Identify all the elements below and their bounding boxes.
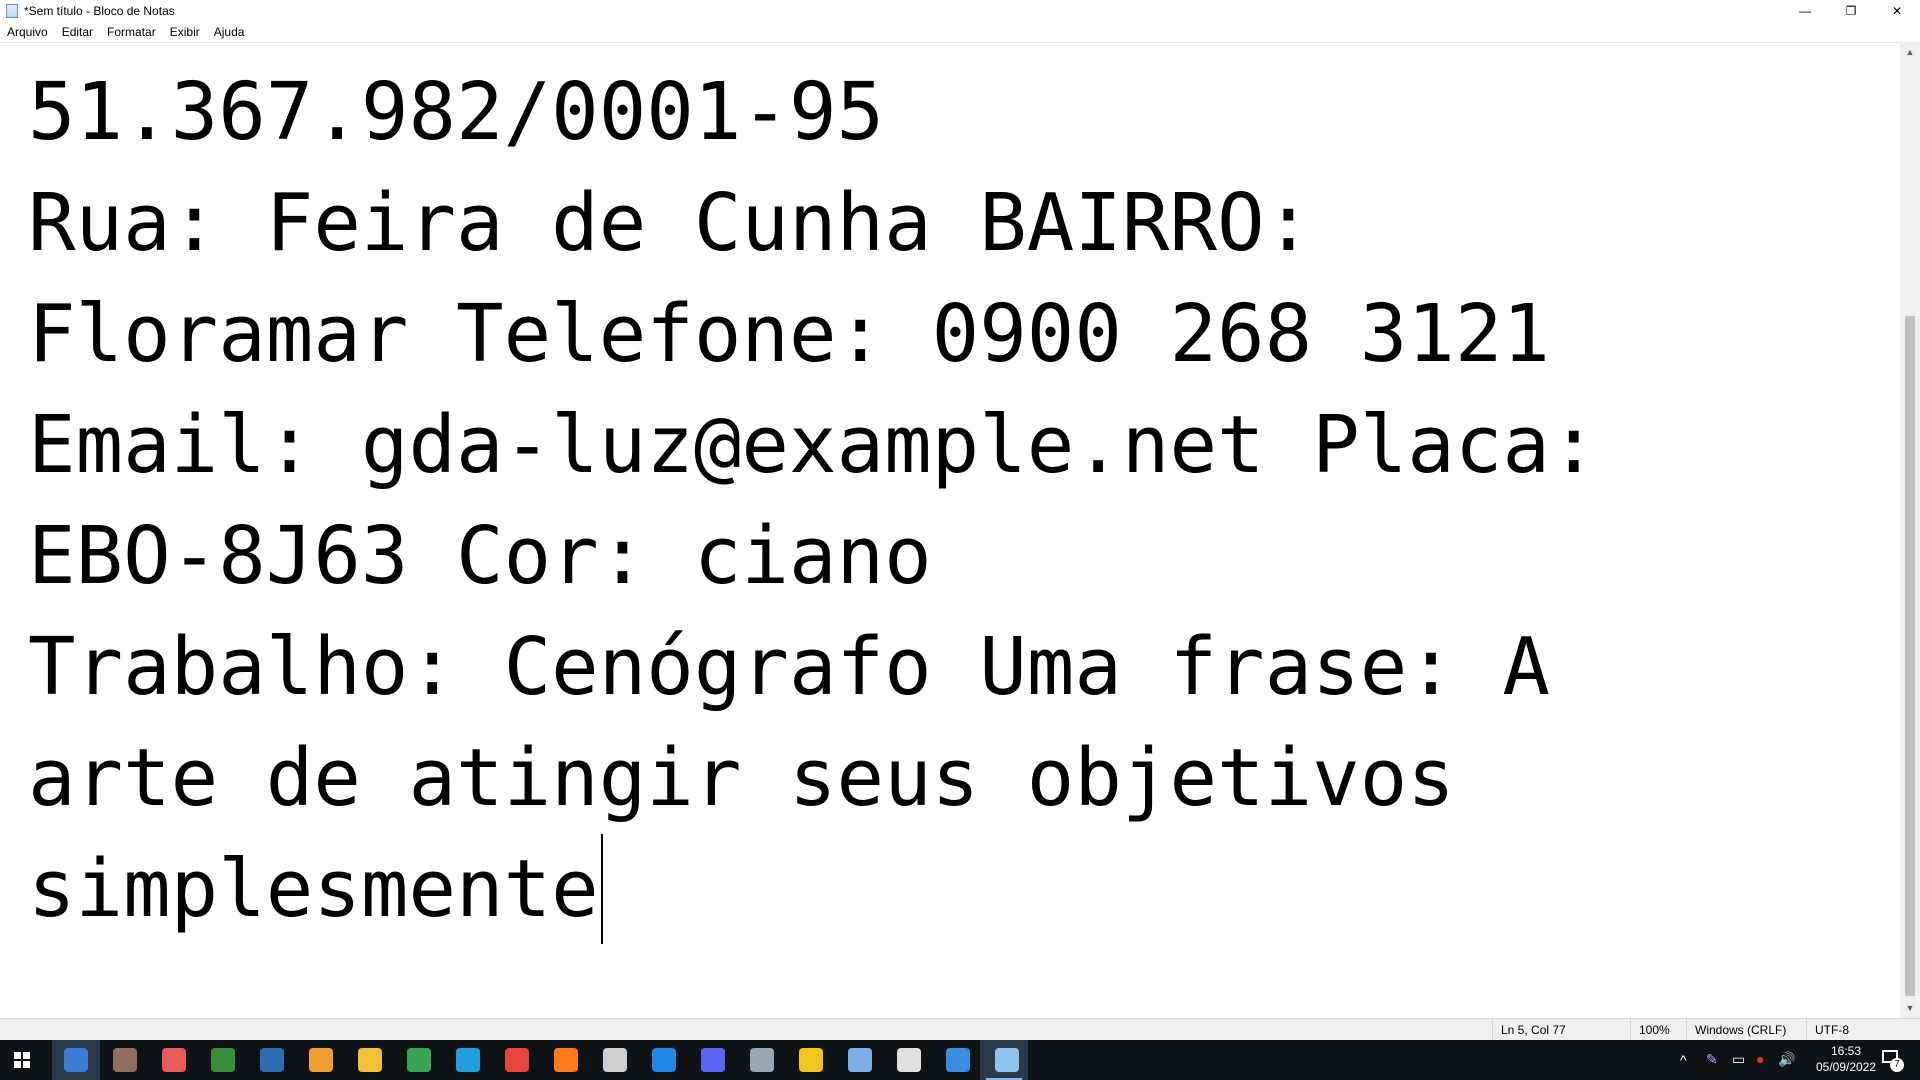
window-controls: — ❐ ✕ (1782, 0, 1920, 22)
editor-line: EBO-8J63 Cor: ciano (28, 510, 932, 602)
notepad-app-icon (6, 4, 18, 18)
headset-icon[interactable] (799, 1048, 823, 1072)
editor-line: Trabalho: Cenógrafo Uma frase: A (28, 621, 1550, 713)
clock-time: 16:53 (1830, 1044, 1862, 1058)
person-icon[interactable] (113, 1048, 137, 1072)
gear-icon[interactable] (897, 1048, 921, 1072)
notification-button[interactable]: 7 (1880, 1048, 1906, 1072)
photo-icon[interactable] (946, 1048, 970, 1072)
close-button[interactable]: ✕ (1874, 0, 1920, 22)
notepad-icon[interactable] (995, 1048, 1019, 1072)
pen-icon[interactable]: ✎ (1706, 1051, 1718, 1068)
menu-exibir[interactable]: Exibir (163, 25, 207, 39)
cursor-position: Ln 5, Col 77 (1492, 1019, 1630, 1040)
taskbar: ^ ✎ ▭ ● 🔊 16:53 05/09/2022 7 (0, 1040, 1920, 1080)
editor-content[interactable]: 51.367.982/0001-95 Rua: Feira de Cunha BA… (28, 57, 1598, 945)
binoculars-icon[interactable] (309, 1048, 333, 1072)
notification-count: 7 (1890, 1058, 1904, 1072)
scroll-up-button[interactable]: ▲ (1900, 42, 1920, 62)
line-ending: Windows (CRLF) (1686, 1019, 1806, 1040)
editor-line: arte de atingir seus objetivos (28, 732, 1455, 824)
chrome-icon[interactable] (505, 1048, 529, 1072)
restore-button[interactable]: ❐ (1828, 0, 1874, 22)
windows-icon (14, 1052, 30, 1068)
text-caret (600, 834, 603, 944)
text-editor[interactable]: 51.367.982/0001-95 Rua: Feira de Cunha BA… (0, 42, 1900, 1018)
microphone-icon[interactable]: ● (1756, 1051, 1764, 1067)
volume-icon[interactable]: 🔊 (1778, 1051, 1795, 1068)
clock-date: 05/09/2022 (1815, 1060, 1877, 1074)
window-title: *Sem título - Bloco de Notas (24, 4, 175, 18)
menu-formatar[interactable]: Formatar (100, 25, 163, 39)
edge-icon[interactable] (456, 1048, 480, 1072)
editor-last-line: simplesmente (28, 834, 1598, 945)
tray-chevron-icon[interactable]: ^ (1680, 1052, 1687, 1068)
notepad-green-icon[interactable] (407, 1048, 431, 1072)
folder-icon[interactable] (358, 1048, 382, 1072)
start-button[interactable] (0, 1040, 46, 1080)
calendar-icon[interactable] (603, 1048, 627, 1072)
zoom-level: 100% (1630, 1019, 1686, 1040)
status-bar: Ln 5, Col 77 100% Windows (CRLF) UTF-8 (0, 1018, 1920, 1040)
code-tool-icon[interactable] (260, 1048, 284, 1072)
minimize-button[interactable]: — (1782, 0, 1828, 22)
discord-icon[interactable] (701, 1048, 725, 1072)
editor-line: Floramar Telefone: 0900 268 3121 (28, 288, 1550, 380)
monitor-icon[interactable] (750, 1048, 774, 1072)
menu-ajuda[interactable]: Ajuda (207, 25, 252, 39)
editor-line: simplesmente (28, 843, 599, 935)
vscode-icon[interactable] (652, 1048, 676, 1072)
editor-line: Email: gda-luz@example.net Placa: (28, 399, 1598, 491)
menu-bar: Arquivo Editar Formatar Exibir Ajuda (0, 22, 1920, 42)
paint-icon[interactable] (162, 1048, 186, 1072)
title-bar[interactable]: *Sem título - Bloco de Notas — ❐ ✕ (0, 0, 1920, 22)
menu-editar[interactable]: Editar (55, 25, 100, 39)
clock[interactable]: 16:53 05/09/2022 (1806, 1044, 1886, 1074)
scrollbar-thumb[interactable] (1905, 316, 1915, 996)
network-icon[interactable]: ▭ (1732, 1051, 1745, 1068)
search-icon[interactable] (64, 1048, 88, 1072)
editor-line: 51.367.982/0001-95 (28, 66, 885, 158)
vertical-scrollbar[interactable]: ▲ ▼ (1900, 42, 1920, 1018)
editor-line: Rua: Feira de Cunha BAIRRO: (28, 177, 1313, 269)
hs-icon[interactable] (211, 1048, 235, 1072)
paintbrush-icon[interactable] (848, 1048, 872, 1072)
encoding: UTF-8 (1806, 1019, 1920, 1040)
scroll-down-button[interactable]: ▼ (1900, 998, 1920, 1018)
menu-arquivo[interactable]: Arquivo (0, 25, 55, 39)
firefox-icon[interactable] (554, 1048, 578, 1072)
